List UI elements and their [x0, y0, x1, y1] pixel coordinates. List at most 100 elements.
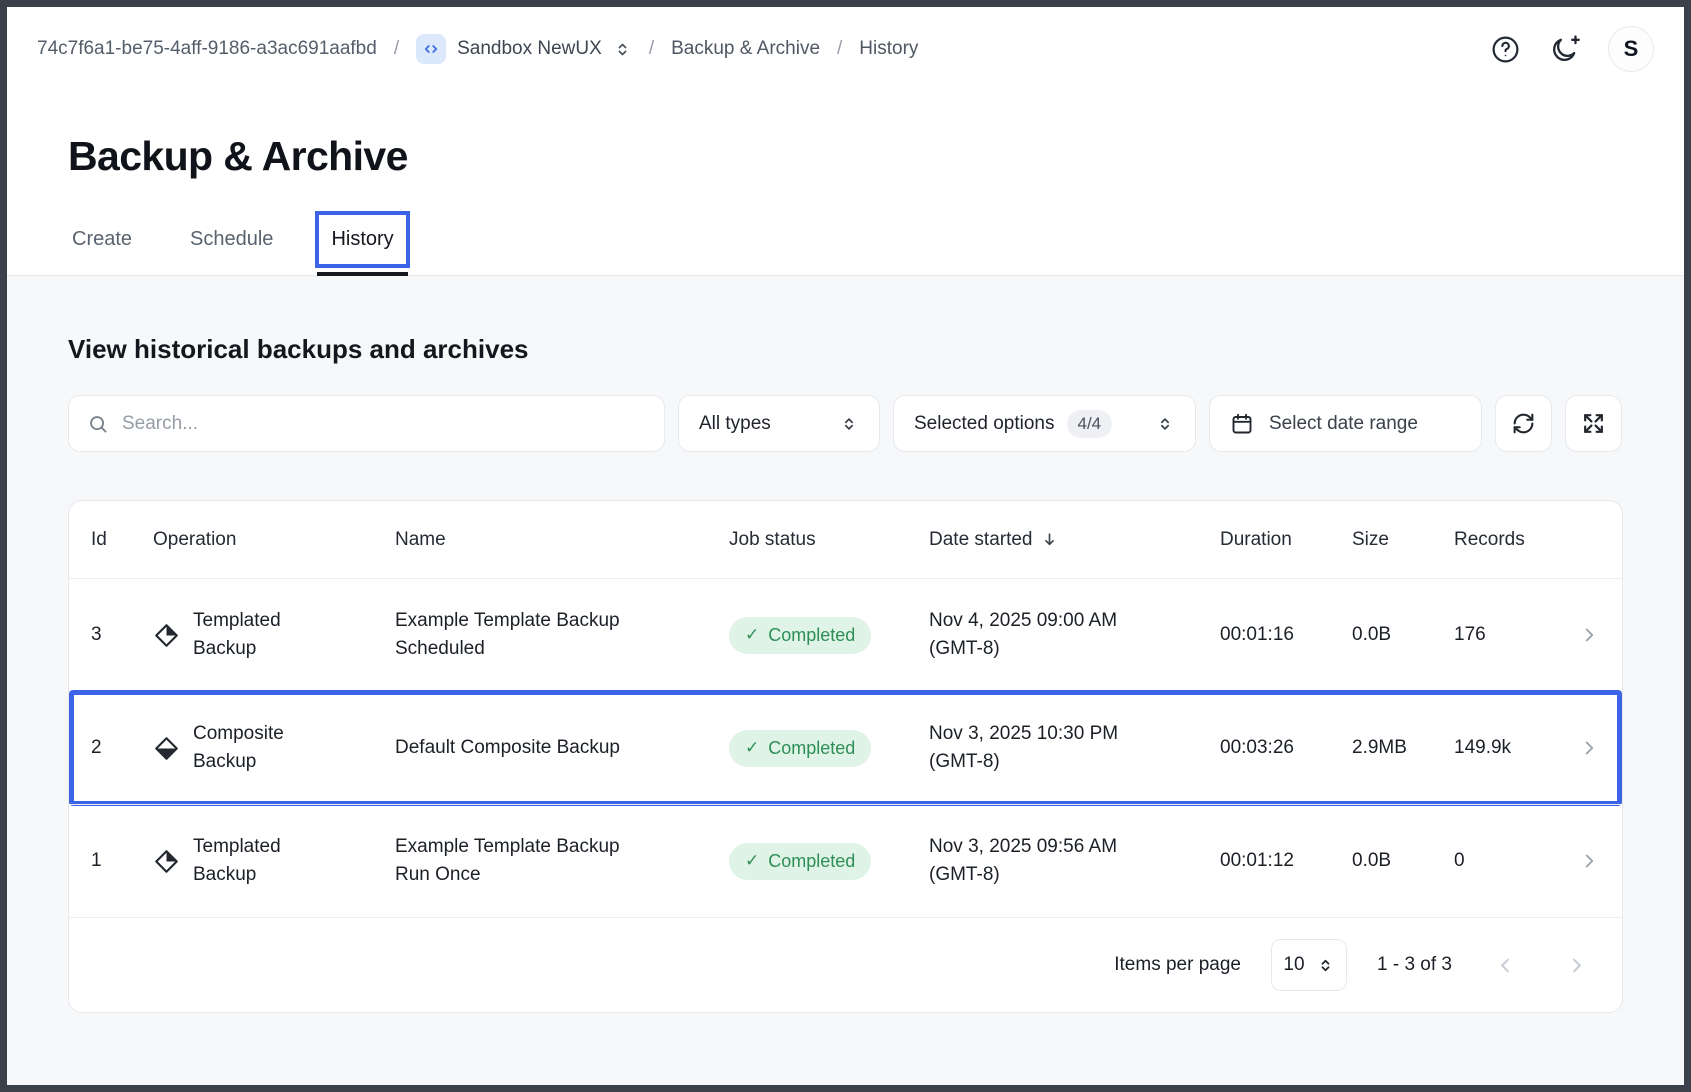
breadcrumb-separator: /	[649, 38, 654, 60]
tab-bar: Create Schedule History	[7, 214, 1684, 276]
table-row-highlighted[interactable]: 2 Composite Backup Default Composite Bac…	[69, 691, 1622, 804]
fullscreen-button[interactable]	[1565, 395, 1622, 452]
tab-schedule[interactable]: Schedule	[186, 214, 277, 275]
cell-operation: Composite Backup	[153, 720, 395, 775]
chevron-updown-icon	[839, 414, 859, 434]
table-row[interactable]: 3 Templated Backup Example Template Back…	[69, 578, 1622, 691]
timezone-value: (GMT-8)	[929, 635, 1200, 664]
cell-duration: 00:01:12	[1220, 850, 1352, 872]
column-header-name[interactable]: Name	[395, 529, 729, 551]
breadcrumb-section[interactable]: Backup & Archive	[671, 38, 820, 60]
main-content: View historical backups and archives All…	[7, 276, 1684, 1085]
tab-history-label: History	[331, 228, 393, 250]
timezone-value: (GMT-8)	[929, 748, 1200, 777]
breadcrumb-environment-id[interactable]: 74c7f6a1-be75-4aff-9186-a3ac691aafbd	[37, 38, 377, 60]
type-filter-value: All types	[699, 413, 771, 435]
status-label: Completed	[768, 738, 855, 759]
column-header-records[interactable]: Records	[1454, 529, 1572, 551]
cell-records: 176	[1454, 624, 1572, 646]
topbar-actions: S	[1490, 26, 1654, 72]
help-icon[interactable]	[1490, 34, 1521, 65]
topbar: 74c7f6a1-be75-4aff-9186-a3ac691aafbd / S…	[7, 7, 1684, 91]
pagination-prev-icon[interactable]	[1494, 954, 1517, 977]
timezone-value: (GMT-8)	[929, 861, 1200, 890]
search-icon	[87, 413, 109, 435]
status-badge-completed: ✓ Completed	[729, 843, 871, 880]
column-header-job-status[interactable]: Job status	[729, 529, 929, 551]
options-filter-label: Selected options	[914, 413, 1055, 435]
templated-backup-icon	[153, 848, 180, 875]
dark-mode-moon-icon[interactable]	[1549, 34, 1580, 65]
search-box	[68, 395, 665, 452]
cell-id: 2	[91, 737, 153, 759]
column-header-date-started[interactable]: Date started	[929, 529, 1220, 551]
table-header-row: Id Operation Name Job status Date starte…	[69, 501, 1622, 578]
items-per-page-value: 10	[1283, 954, 1304, 976]
operation-label: Templated Backup	[193, 833, 315, 888]
type-filter-dropdown[interactable]: All types	[678, 395, 880, 452]
row-chevron-right-icon[interactable]	[1578, 624, 1600, 646]
items-per-page-label: Items per page	[1114, 954, 1241, 976]
tab-history[interactable]: History	[327, 214, 397, 275]
status-label: Completed	[768, 851, 855, 872]
operation-label: Composite Backup	[193, 720, 315, 775]
cell-duration: 00:01:16	[1220, 624, 1352, 646]
refresh-icon	[1511, 411, 1536, 436]
cell-operation: Templated Backup	[153, 833, 395, 888]
section-title: View historical backups and archives	[68, 276, 1623, 365]
date-range-button[interactable]: Select date range	[1209, 395, 1482, 452]
date-value: Nov 3, 2025 10:30 PM	[929, 720, 1200, 749]
options-filter-dropdown[interactable]: Selected options 4/4	[893, 395, 1196, 452]
check-icon: ✓	[745, 851, 759, 871]
row-chevron-right-icon[interactable]	[1578, 737, 1600, 759]
cell-name: Example Template Backup Scheduled	[395, 607, 729, 664]
column-header-duration[interactable]: Duration	[1220, 529, 1352, 551]
row-chevron-right-icon[interactable]	[1578, 850, 1600, 872]
chevron-updown-icon	[613, 40, 632, 59]
app-window: 74c7f6a1-be75-4aff-9186-a3ac691aafbd / S…	[0, 0, 1691, 1092]
history-table-card: Id Operation Name Job status Date starte…	[68, 500, 1623, 1013]
table-row[interactable]: 1 Templated Backup Example Template Back…	[69, 804, 1622, 917]
code-chip-icon	[416, 34, 446, 64]
cell-records: 149.9k	[1454, 737, 1572, 759]
pagination-next-icon[interactable]	[1565, 954, 1588, 977]
composite-backup-icon	[153, 735, 180, 762]
cell-records: 0	[1454, 850, 1572, 872]
column-header-id[interactable]: Id	[91, 529, 153, 551]
cell-job-status: ✓ Completed	[729, 730, 929, 767]
table-footer: Items per page 10 1 - 3 of 3	[69, 917, 1622, 1012]
status-label: Completed	[768, 625, 855, 646]
calendar-icon	[1230, 412, 1254, 436]
cell-name: Example Template Backup Run Once	[395, 833, 729, 890]
status-badge-completed: ✓ Completed	[729, 617, 871, 654]
chevron-updown-icon	[1155, 414, 1175, 434]
date-started-label: Date started	[929, 529, 1033, 551]
cell-id: 3	[91, 624, 153, 646]
date-value: Nov 3, 2025 09:56 AM	[929, 833, 1200, 862]
workspace-switcher[interactable]: Sandbox NewUX	[416, 34, 632, 64]
operation-label: Templated Backup	[193, 607, 315, 662]
cell-id: 1	[91, 850, 153, 872]
status-badge-completed: ✓ Completed	[729, 730, 871, 767]
check-icon: ✓	[745, 738, 759, 758]
tab-create[interactable]: Create	[68, 214, 136, 275]
breadcrumb-separator: /	[394, 38, 399, 60]
cell-size: 2.9MB	[1352, 737, 1454, 759]
breadcrumb: 74c7f6a1-be75-4aff-9186-a3ac691aafbd / S…	[37, 34, 918, 64]
search-input[interactable]	[122, 413, 646, 435]
items-per-page-select[interactable]: 10	[1271, 939, 1347, 991]
filter-toolbar: All types Selected options 4/4	[68, 395, 1623, 452]
templated-backup-icon	[153, 622, 180, 649]
cell-duration: 00:03:26	[1220, 737, 1352, 759]
user-avatar[interactable]: S	[1608, 26, 1654, 72]
breadcrumb-separator: /	[837, 38, 842, 60]
cell-size: 0.0B	[1352, 850, 1454, 872]
page-header: Backup & Archive	[7, 91, 1684, 180]
chevron-updown-icon	[1316, 956, 1335, 975]
cell-name: Default Composite Backup	[395, 734, 729, 763]
column-header-size[interactable]: Size	[1352, 529, 1454, 551]
page-title: Backup & Archive	[68, 133, 1623, 180]
refresh-button[interactable]	[1495, 395, 1552, 452]
cell-date-started: Nov 3, 2025 09:56 AM (GMT-8)	[929, 833, 1220, 890]
column-header-operation[interactable]: Operation	[153, 529, 395, 551]
